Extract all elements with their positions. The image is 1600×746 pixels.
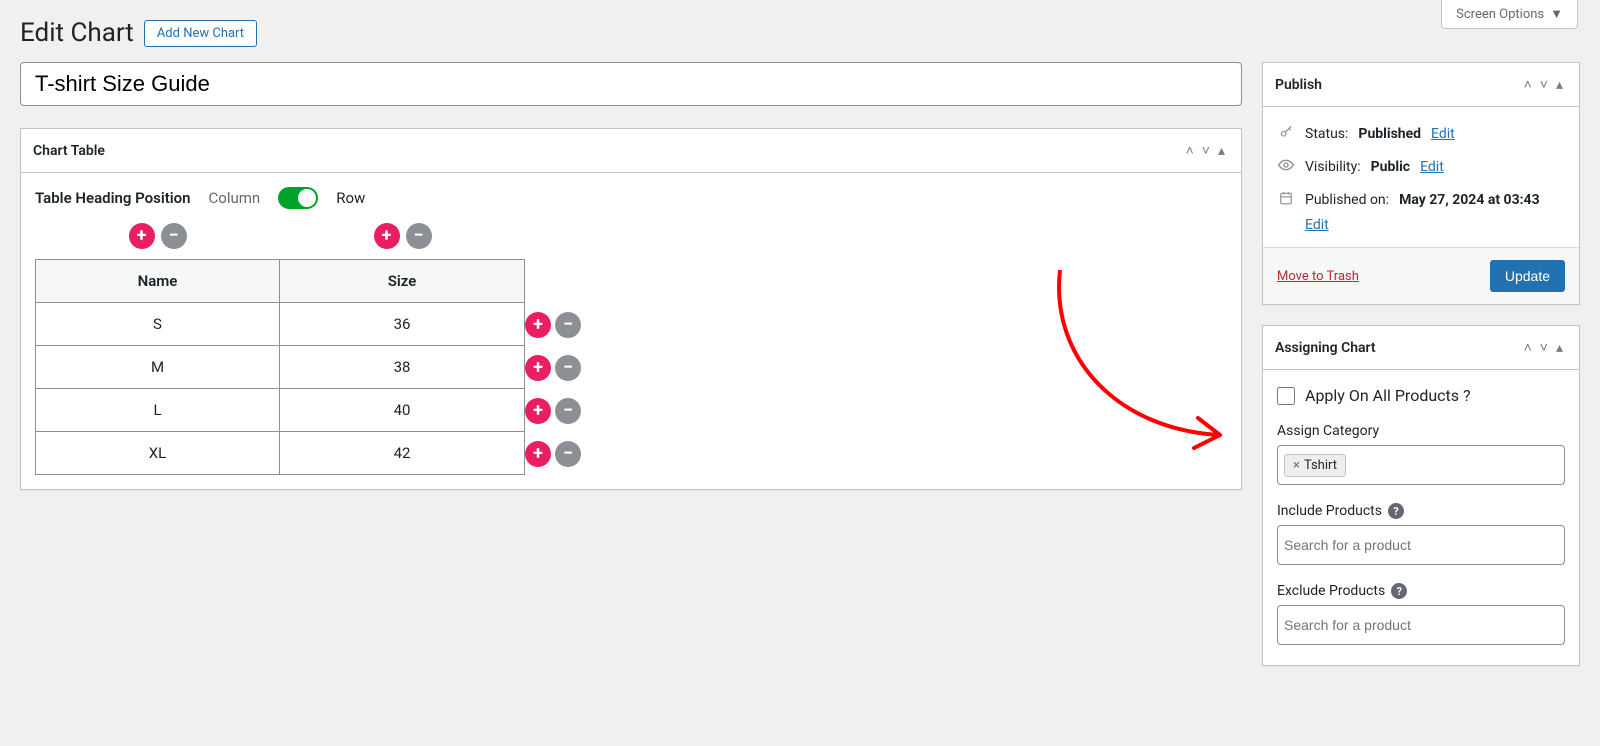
publish-panel-title: Publish xyxy=(1275,77,1322,93)
panel-move-up-icon[interactable]: ˄ xyxy=(1520,335,1536,360)
add-new-chart-button[interactable]: Add New Chart xyxy=(144,20,257,47)
assign-category-label: Assign Category xyxy=(1277,423,1565,439)
panel-toggle-icon[interactable]: ▴ xyxy=(1552,73,1567,97)
include-products-input[interactable] xyxy=(1284,537,1558,553)
help-icon[interactable]: ? xyxy=(1391,583,1407,599)
chart-table-panel-title: Chart Table xyxy=(33,143,105,159)
visibility-label: Visibility: xyxy=(1305,159,1361,175)
heading-position-label: Table Heading Position xyxy=(35,189,191,207)
table-header-row: Name Size xyxy=(35,259,1227,303)
add-row-button[interactable]: + xyxy=(525,355,551,381)
remove-row-button[interactable]: − xyxy=(555,398,581,424)
add-row-button[interactable]: + xyxy=(525,441,551,467)
assigning-chart-panel: Assigning Chart ˄ ˅ ▴ Apply On All Produ… xyxy=(1262,325,1580,666)
panel-move-down-icon[interactable]: ˅ xyxy=(1536,335,1552,360)
calendar-icon xyxy=(1277,191,1295,209)
edit-visibility-link[interactable]: Edit xyxy=(1420,159,1444,175)
eye-icon xyxy=(1277,159,1295,175)
remove-column-button[interactable]: − xyxy=(406,223,432,249)
apply-all-products-checkbox[interactable] xyxy=(1277,387,1295,405)
exclude-products-label: Exclude Products xyxy=(1277,583,1385,599)
screen-options-toggle[interactable]: Screen Options ▼ xyxy=(1441,0,1578,29)
help-icon[interactable]: ? xyxy=(1388,503,1404,519)
exclude-products-select[interactable] xyxy=(1277,605,1565,645)
add-column-button[interactable]: + xyxy=(129,223,155,249)
page-title: Edit Chart xyxy=(20,18,134,48)
category-tag: × Tshirt xyxy=(1284,454,1346,477)
assign-category-select[interactable]: × Tshirt xyxy=(1277,445,1565,485)
add-column-button[interactable]: + xyxy=(374,223,400,249)
include-products-label: Include Products xyxy=(1277,503,1382,519)
assigning-panel-title: Assigning Chart xyxy=(1275,340,1376,356)
apply-all-products-label: Apply On All Products ? xyxy=(1305,386,1471,405)
update-button[interactable]: Update xyxy=(1490,260,1565,292)
table-cell[interactable]: 36 xyxy=(280,303,525,346)
chart-table-panel: Chart Table ˄ ˅ ▴ Table Heading Position… xyxy=(20,128,1242,490)
table-cell[interactable]: L xyxy=(35,389,280,432)
panel-move-down-icon[interactable]: ˅ xyxy=(1198,138,1214,163)
remove-row-button[interactable]: − xyxy=(555,355,581,381)
published-label: Published on: xyxy=(1305,192,1389,208)
status-label: Status: xyxy=(1305,126,1348,142)
heading-position-toggle[interactable] xyxy=(278,187,318,209)
table-cell[interactable]: M xyxy=(35,346,280,389)
table-cell[interactable]: 38 xyxy=(280,346,525,389)
panel-move-up-icon[interactable]: ˄ xyxy=(1520,72,1536,97)
remove-tag-icon[interactable]: × xyxy=(1293,458,1300,473)
key-icon xyxy=(1277,125,1295,143)
heading-option-row: Row xyxy=(336,189,365,207)
visibility-value: Public xyxy=(1371,159,1410,175)
status-value: Published xyxy=(1358,126,1421,142)
category-tag-label: Tshirt xyxy=(1304,458,1337,473)
table-row: L 40 + − xyxy=(35,389,1227,432)
table-header-cell[interactable]: Name xyxy=(35,259,280,303)
table-cell[interactable]: 42 xyxy=(280,432,525,475)
chart-title-input[interactable] xyxy=(20,62,1242,106)
table-cell[interactable]: 40 xyxy=(280,389,525,432)
panel-move-down-icon[interactable]: ˅ xyxy=(1536,72,1552,97)
panel-toggle-icon[interactable]: ▴ xyxy=(1552,336,1567,360)
table-cell[interactable]: XL xyxy=(35,432,280,475)
screen-options-label: Screen Options xyxy=(1456,7,1544,22)
published-value: May 27, 2024 at 03:43 xyxy=(1399,192,1540,208)
exclude-products-input[interactable] xyxy=(1284,617,1558,633)
panel-toggle-icon[interactable]: ▴ xyxy=(1214,139,1229,163)
remove-row-button[interactable]: − xyxy=(555,441,581,467)
edit-status-link[interactable]: Edit xyxy=(1431,126,1455,142)
publish-panel: Publish ˄ ˅ ▴ Status: Published Edit xyxy=(1262,62,1580,305)
heading-option-column: Column xyxy=(209,189,261,207)
table-row: M 38 + − xyxy=(35,346,1227,389)
add-row-button[interactable]: + xyxy=(525,398,551,424)
table-cell[interactable]: S xyxy=(35,303,280,346)
table-header-cell[interactable]: Size xyxy=(280,259,525,303)
include-products-select[interactable] xyxy=(1277,525,1565,565)
remove-row-button[interactable]: − xyxy=(555,312,581,338)
table-row: S 36 + − xyxy=(35,303,1227,346)
table-row: XL 42 + − xyxy=(35,432,1227,475)
remove-column-button[interactable]: − xyxy=(161,223,187,249)
move-to-trash-link[interactable]: Move to Trash xyxy=(1277,269,1359,284)
edit-date-link[interactable]: Edit xyxy=(1305,217,1329,233)
add-row-button[interactable]: + xyxy=(525,312,551,338)
chevron-down-icon: ▼ xyxy=(1550,6,1563,22)
panel-move-up-icon[interactable]: ˄ xyxy=(1182,138,1198,163)
